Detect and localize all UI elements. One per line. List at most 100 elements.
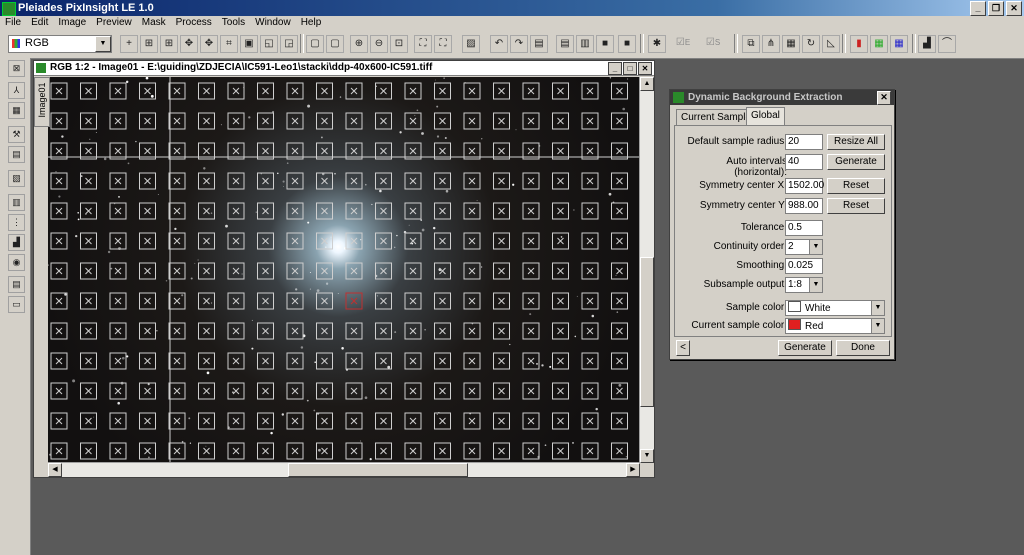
sample-box[interactable] <box>522 232 540 250</box>
sample-box[interactable] <box>522 172 540 190</box>
sample-box[interactable] <box>80 322 97 340</box>
color-mode-select[interactable]: RGB ▼ <box>8 35 112 53</box>
menu-edit[interactable]: Edit <box>26 16 53 30</box>
sample-box[interactable] <box>522 412 540 430</box>
histogram-color-icon[interactable]: ▮ <box>850 35 868 53</box>
vertical-scrollbar[interactable]: ▲ ▼ <box>639 77 654 463</box>
sample-box[interactable] <box>257 172 274 190</box>
sample-box[interactable] <box>50 322 68 340</box>
sample-box[interactable] <box>375 292 392 310</box>
sample-box[interactable] <box>227 352 245 370</box>
sample-box[interactable] <box>286 352 304 370</box>
crop-tool-icon[interactable]: ⌗ <box>220 35 238 53</box>
reset-x-button[interactable]: Reset <box>827 178 885 194</box>
menu-preview[interactable]: Preview <box>91 16 137 30</box>
sample-box[interactable] <box>493 412 510 430</box>
menu-image[interactable]: Image <box>53 16 91 30</box>
sample-box[interactable] <box>257 352 274 370</box>
image-canvas[interactable] <box>48 77 640 463</box>
sample-box[interactable] <box>198 382 215 400</box>
sample-box[interactable] <box>50 262 68 280</box>
sample-box[interactable] <box>404 442 422 460</box>
sample-box[interactable] <box>581 232 599 250</box>
sample-box[interactable] <box>434 442 451 460</box>
sample-box[interactable] <box>80 442 97 460</box>
sample-box[interactable] <box>257 412 274 430</box>
sample-box[interactable] <box>168 172 186 190</box>
sample-box[interactable] <box>552 442 569 460</box>
scroll-down-button[interactable]: ▼ <box>640 449 654 463</box>
sample-box[interactable] <box>493 352 510 370</box>
image-window-title-bar[interactable]: RGB 1:2 - Image01 - E:\guiding\ZDJECIA\I… <box>34 61 654 76</box>
sample-box[interactable] <box>198 112 215 130</box>
dbe-close-button[interactable]: ✕ <box>877 91 891 105</box>
sample-box[interactable] <box>168 412 186 430</box>
sample-box[interactable] <box>375 82 392 100</box>
sample-box[interactable] <box>345 112 363 130</box>
sample-box[interactable] <box>404 82 422 100</box>
sample-color-select[interactable]: White ▼ <box>785 300 885 316</box>
sample-box[interactable] <box>552 352 569 370</box>
scroll-right-button[interactable]: ▶ <box>626 463 640 477</box>
scroll-up-button[interactable]: ▲ <box>640 77 654 91</box>
sample-box[interactable] <box>139 382 156 400</box>
sample-box[interactable] <box>198 322 215 340</box>
sample-box[interactable] <box>345 292 363 310</box>
sample-box[interactable] <box>404 292 422 310</box>
sample-box[interactable] <box>345 232 363 250</box>
sample-box[interactable] <box>493 112 510 130</box>
sample-box[interactable] <box>463 202 481 220</box>
sample-box[interactable] <box>257 322 274 340</box>
sample-box[interactable] <box>375 202 392 220</box>
sample-box[interactable] <box>316 292 333 310</box>
sample-box[interactable] <box>50 352 68 370</box>
sample-box[interactable] <box>139 292 156 310</box>
sample-box[interactable] <box>109 172 127 190</box>
sample-box[interactable] <box>611 412 628 430</box>
chevron-down-icon[interactable]: ▼ <box>809 240 822 254</box>
sample-box[interactable] <box>168 82 186 100</box>
sample-box[interactable] <box>581 442 599 460</box>
sample-box[interactable] <box>434 412 451 430</box>
sample-box[interactable] <box>375 382 392 400</box>
sample-box[interactable] <box>316 412 333 430</box>
sample-box[interactable] <box>50 112 68 130</box>
auto-intervals-input[interactable]: 40 <box>785 154 823 170</box>
symmetry-x-input[interactable]: 1502.00 <box>785 178 824 194</box>
sample-box[interactable] <box>552 262 569 280</box>
sample-box[interactable] <box>50 172 68 190</box>
sample-box[interactable] <box>434 112 451 130</box>
sample-box[interactable] <box>611 172 628 190</box>
tab-current-sample[interactable]: Current Sample <box>676 109 757 126</box>
sample-box[interactable] <box>434 292 451 310</box>
sample-box[interactable] <box>227 412 245 430</box>
sample-box[interactable] <box>80 412 97 430</box>
sample-box[interactable] <box>493 442 510 460</box>
sample-box[interactable] <box>522 202 540 220</box>
sample-box[interactable] <box>404 112 422 130</box>
sample-box[interactable] <box>109 202 127 220</box>
sample-box[interactable] <box>139 322 156 340</box>
sample-box[interactable] <box>404 232 422 250</box>
sample-box[interactable] <box>404 202 422 220</box>
sample-box[interactable] <box>316 262 333 280</box>
menu-mask[interactable]: Mask <box>137 16 171 30</box>
sample-box[interactable] <box>316 322 333 340</box>
sample-box[interactable] <box>493 172 510 190</box>
sample-box[interactable] <box>286 412 304 430</box>
sample-box[interactable] <box>345 442 363 460</box>
sample-box[interactable] <box>493 232 510 250</box>
continuity-order-select[interactable]: 2 ▼ <box>785 239 823 255</box>
sample-box[interactable] <box>463 382 481 400</box>
menu-tools[interactable]: Tools <box>217 16 250 30</box>
sample-box[interactable] <box>522 292 540 310</box>
history-icon[interactable]: ▤ <box>530 35 548 53</box>
sample-box[interactable] <box>522 382 540 400</box>
sample-box[interactable] <box>434 202 451 220</box>
sample-box[interactable] <box>345 352 363 370</box>
sample-box[interactable] <box>80 202 97 220</box>
sample-box[interactable] <box>345 322 363 340</box>
tools-icon[interactable]: ⚒ <box>8 126 25 143</box>
sample-box[interactable] <box>168 352 186 370</box>
star-icon[interactable]: ✱ <box>648 35 666 53</box>
